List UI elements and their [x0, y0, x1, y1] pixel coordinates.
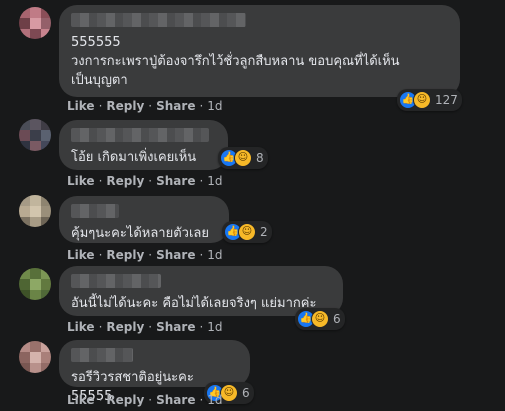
reaction-count: 127: [435, 93, 458, 107]
comment-text: คุ้มๆนะคะได้หลายตัวเลย: [71, 226, 209, 241]
avatar[interactable]: [19, 195, 51, 227]
separator: ·: [199, 99, 204, 113]
comment-bubble: รอรีวิวรสชาติอยู่นะคะ 55555: [59, 340, 250, 404]
separator: ·: [98, 320, 103, 334]
timestamp[interactable]: 1d: [207, 320, 222, 334]
comment-text: 555555 วงการกะเพราปู่ต้องจารึกไว้ชั่วลูก…: [71, 35, 400, 88]
like-button[interactable]: Like: [67, 99, 95, 113]
comment-actions: Like · Reply · Share · 1d: [67, 248, 223, 262]
avatar[interactable]: [19, 268, 51, 300]
share-button[interactable]: Share: [156, 99, 195, 113]
avatar[interactable]: [19, 119, 51, 151]
separator: ·: [98, 174, 103, 188]
timestamp[interactable]: 1d: [207, 393, 222, 407]
separator: ·: [98, 99, 103, 113]
timestamp[interactable]: 1d: [207, 248, 222, 262]
comment-text: โอ้ย เกิดมาเพิ่งเคยเห็น: [71, 150, 197, 165]
comment-text: อันนี้ไม่ได้นะคะ คือไม่ได้เลยจริงๆ แย่มา…: [71, 296, 317, 311]
comment-bubble: โอ้ย เกิดมาเพิ่งเคยเห็น: [59, 120, 228, 170]
share-button[interactable]: Share: [156, 393, 195, 407]
reaction-count: 8: [256, 151, 264, 165]
comment-actions: Like · Reply · Share · 1d: [67, 393, 223, 407]
reaction-summary[interactable]: 👍 ☺ 127: [397, 89, 462, 111]
reaction-summary[interactable]: 👍 ☺ 6: [295, 308, 345, 330]
reply-button[interactable]: Reply: [106, 248, 144, 262]
comment-actions: Like · Reply · Share · 1d: [67, 99, 223, 113]
haha-icon: ☺: [234, 149, 252, 167]
separator: ·: [199, 248, 204, 262]
separator: ·: [148, 99, 153, 113]
like-button[interactable]: Like: [67, 174, 95, 188]
commenter-name-blurred[interactable]: [71, 128, 209, 142]
separator: ·: [148, 320, 153, 334]
separator: ·: [98, 393, 103, 407]
separator: ·: [199, 393, 204, 407]
haha-icon: ☺: [238, 223, 256, 241]
avatar[interactable]: [19, 7, 51, 39]
timestamp[interactable]: 1d: [207, 174, 222, 188]
share-button[interactable]: Share: [156, 174, 195, 188]
commenter-name-blurred[interactable]: [71, 274, 161, 288]
reaction-count: 6: [242, 386, 250, 400]
separator: ·: [148, 174, 153, 188]
reply-button[interactable]: Reply: [106, 320, 144, 334]
share-button[interactable]: Share: [156, 320, 195, 334]
reaction-count: 2: [260, 225, 268, 239]
timestamp[interactable]: 1d: [207, 99, 222, 113]
separator: ·: [98, 248, 103, 262]
reaction-summary[interactable]: 👍 ☺ 2: [222, 221, 272, 243]
commenter-name-blurred[interactable]: [71, 348, 133, 362]
reaction-count: 6: [333, 312, 341, 326]
reaction-summary[interactable]: 👍 ☺ 8: [218, 147, 268, 169]
separator: ·: [148, 248, 153, 262]
avatar[interactable]: [19, 341, 51, 373]
reply-button[interactable]: Reply: [106, 393, 144, 407]
separator: ·: [148, 393, 153, 407]
comment-actions: Like · Reply · Share · 1d: [67, 320, 223, 334]
separator: ·: [199, 320, 204, 334]
commenter-name-blurred[interactable]: [71, 204, 119, 218]
commenter-name-blurred[interactable]: [71, 13, 246, 27]
haha-icon: ☺: [311, 310, 329, 328]
separator: ·: [199, 174, 204, 188]
comment-bubble: คุ้มๆนะคะได้หลายตัวเลย: [59, 196, 229, 243]
haha-icon: ☺: [220, 384, 238, 402]
reply-button[interactable]: Reply: [106, 174, 144, 188]
like-button[interactable]: Like: [67, 393, 95, 407]
haha-icon: ☺: [413, 91, 431, 109]
like-button[interactable]: Like: [67, 320, 95, 334]
reply-button[interactable]: Reply: [106, 99, 144, 113]
comment-actions: Like · Reply · Share · 1d: [67, 174, 223, 188]
like-button[interactable]: Like: [67, 248, 95, 262]
share-button[interactable]: Share: [156, 248, 195, 262]
comment-bubble: 555555 วงการกะเพราปู่ต้องจารึกไว้ชั่วลูก…: [59, 5, 460, 97]
